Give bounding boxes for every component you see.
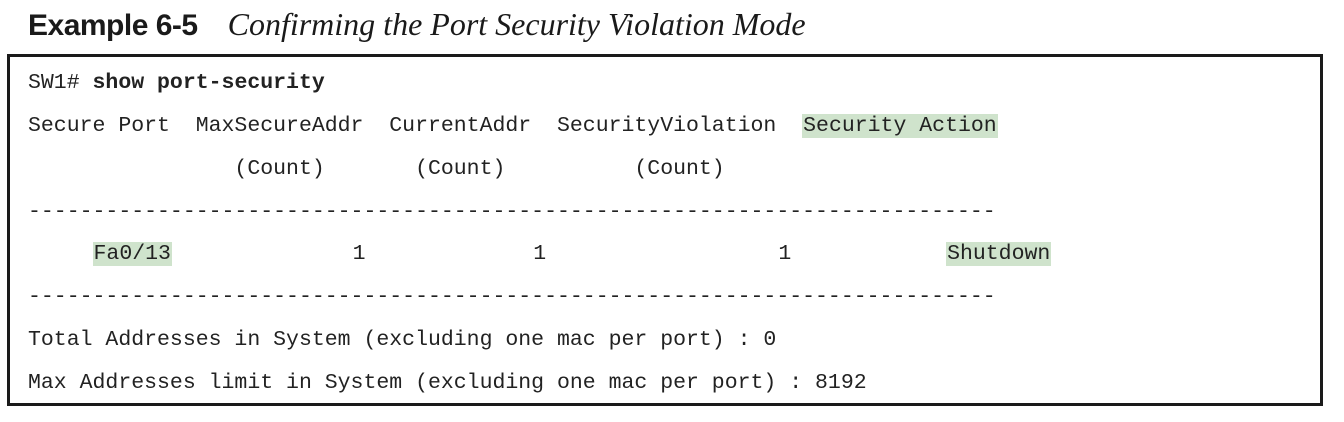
cli-prompt: SW1#	[28, 71, 93, 95]
example-title: Confirming the Port Security Violation M…	[227, 6, 806, 42]
total-addresses-text: Total Addresses in System (excluding one…	[28, 328, 777, 352]
example-caption: Example 6-5 Confirming the Port Security …	[28, 6, 806, 46]
count-labels: (Count) (Count) (Count)	[28, 157, 725, 181]
table-header-columns: Secure Port MaxSecureAddr CurrentAddr Se…	[28, 114, 803, 138]
divider-dashes: ----------------------------------------…	[28, 285, 996, 309]
security-action-value: Shutdown	[946, 242, 1052, 266]
table-row: Fa0/13 1 1 1 Shutdown	[28, 239, 1052, 269]
total-addresses-line: Total Addresses in System (excluding one…	[28, 325, 776, 355]
security-action-header: Security Action	[802, 114, 998, 138]
command-line: SW1# show port-security	[28, 68, 325, 98]
divider-bottom: ----------------------------------------…	[28, 282, 996, 312]
divider-top: ----------------------------------------…	[28, 197, 996, 227]
row-counts: 1 1 1	[171, 242, 947, 266]
secure-port-value: Fa0/13	[92, 242, 172, 266]
row-indent	[28, 242, 93, 266]
divider-dashes: ----------------------------------------…	[28, 200, 996, 224]
cli-command: show port-security	[92, 71, 325, 95]
table-header-row: Secure Port MaxSecureAddr CurrentAddr Se…	[28, 111, 998, 141]
max-addresses-line: Max Addresses limit in System (excluding…	[28, 368, 867, 398]
example-number: Example 6-5	[28, 9, 198, 42]
max-addresses-text: Max Addresses limit in System (excluding…	[28, 371, 867, 395]
table-subheader-row: (Count) (Count) (Count)	[28, 154, 725, 184]
